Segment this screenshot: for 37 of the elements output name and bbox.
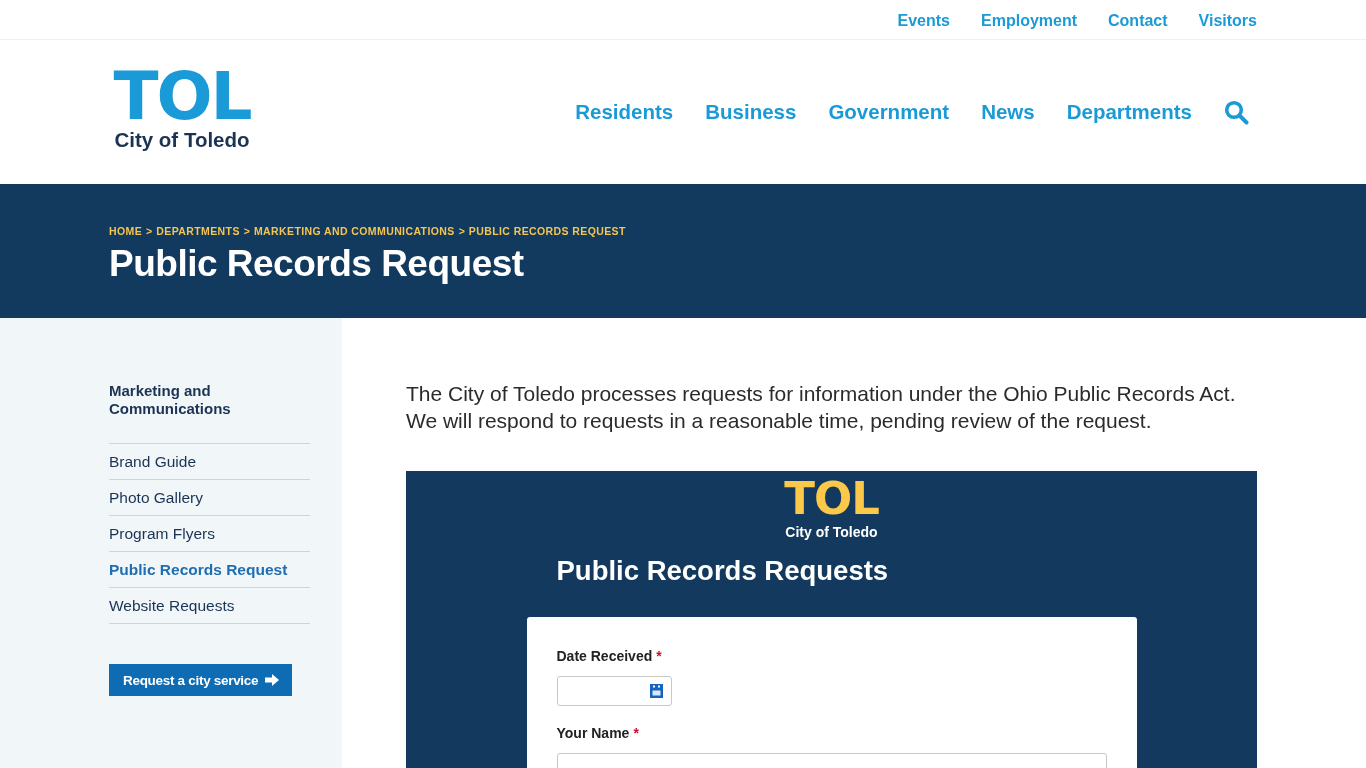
utility-nav-link[interactable]: Employment bbox=[981, 11, 1078, 30]
search-button[interactable] bbox=[1224, 99, 1249, 125]
sidebar-item[interactable]: Public Records Request bbox=[109, 552, 310, 588]
sidebar-item[interactable]: Brand Guide bbox=[109, 444, 310, 480]
sidebar-item[interactable]: Program Flyers bbox=[109, 516, 310, 552]
utility-nav-link[interactable]: Visitors bbox=[1198, 11, 1257, 30]
intro-paragraph: The City of Toledo processes requests for information under the Ohio Public Records Act. We will respond to requests in a reasonable time, pending review of the request. bbox=[406, 381, 1237, 434]
main-nav-link[interactable]: Government bbox=[828, 100, 950, 124]
calendar-icon bbox=[649, 684, 663, 698]
sidebar-item[interactable]: Website Requests bbox=[109, 588, 310, 624]
form-title: Public Records Requests bbox=[556, 554, 889, 588]
page-title: Public Records Request bbox=[109, 242, 524, 286]
utility-nav-link[interactable]: Events bbox=[897, 11, 950, 30]
logo-city-name[interactable]: City of Toledo bbox=[114, 128, 250, 152]
breadcrumb-link[interactable]: DEPARTMENTS bbox=[156, 225, 240, 237]
breadcrumb-link[interactable]: PUBLIC RECORDS REQUEST bbox=[468, 225, 626, 237]
logo-mark[interactable]: TOL bbox=[113, 72, 251, 122]
main-nav-link[interactable]: Business bbox=[705, 100, 797, 124]
field-label: Your Name * bbox=[556, 725, 639, 741]
field-label: Date Received * bbox=[556, 648, 662, 664]
main-nav-link[interactable]: News bbox=[981, 100, 1035, 124]
search-icon bbox=[1224, 99, 1249, 125]
breadcrumb-link[interactable]: HOME bbox=[109, 225, 143, 237]
request-service-button[interactable]: Request a city service bbox=[109, 664, 293, 696]
breadcrumb-link[interactable]: MARKETING AND COMMUNICATIONS bbox=[253, 225, 455, 237]
main-nav-link[interactable]: Residents bbox=[575, 100, 674, 124]
date-input-field[interactable] bbox=[556, 676, 672, 706]
arrow-right-icon bbox=[265, 674, 280, 686]
sidebar-item[interactable]: Photo Gallery bbox=[109, 480, 310, 516]
logo-city-name: City of Toledo bbox=[785, 524, 878, 540]
utility-nav-link[interactable]: Contact bbox=[1108, 11, 1168, 30]
logo-mark: TOL bbox=[784, 481, 879, 517]
main-nav-link[interactable]: Departments bbox=[1066, 100, 1192, 124]
breadcrumb-separator: > bbox=[458, 225, 465, 237]
sidebar-heading: Marketing and Communications bbox=[109, 382, 232, 418]
breadcrumb-separator: > bbox=[146, 225, 153, 237]
breadcrumb-separator: > bbox=[243, 225, 250, 237]
